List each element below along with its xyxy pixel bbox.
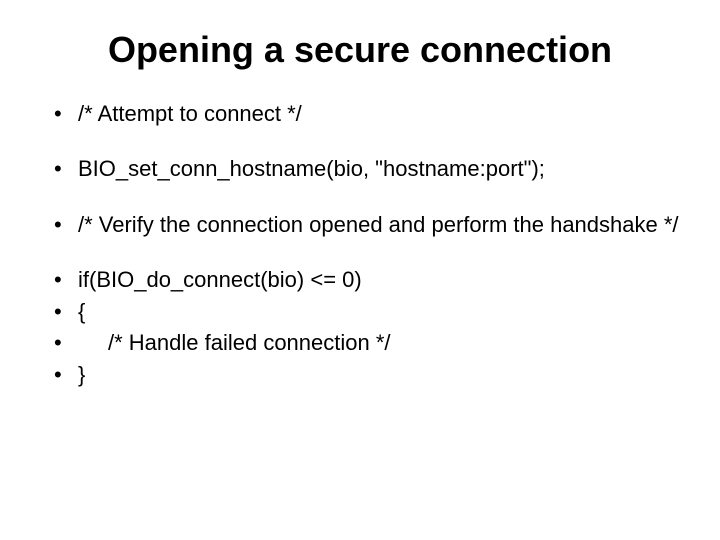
- spacer: [40, 242, 680, 266]
- bullet-text: /* Handle failed connection */: [108, 330, 391, 355]
- bullet-list: if(BIO_do_connect(bio) <= 0) { /* Handle…: [40, 266, 680, 388]
- bullet-item: BIO_set_conn_hostname(bio, "hostname:por…: [40, 155, 680, 183]
- bullet-list: /* Attempt to connect */: [40, 100, 680, 128]
- bullet-item: /* Verify the connection opened and perf…: [40, 211, 680, 239]
- bullet-item: /* Handle failed connection */: [40, 329, 680, 357]
- spacer: [40, 131, 680, 155]
- bullet-item: if(BIO_do_connect(bio) <= 0): [40, 266, 680, 294]
- slide-title: Opening a secure connection: [40, 30, 680, 70]
- bullet-list: BIO_set_conn_hostname(bio, "hostname:por…: [40, 155, 680, 183]
- slide: Opening a secure connection /* Attempt t…: [0, 0, 720, 540]
- bullet-item: }: [40, 361, 680, 389]
- bullet-item: {: [40, 298, 680, 326]
- spacer: [40, 187, 680, 211]
- bullet-item: /* Attempt to connect */: [40, 100, 680, 128]
- bullet-list: /* Verify the connection opened and perf…: [40, 211, 680, 239]
